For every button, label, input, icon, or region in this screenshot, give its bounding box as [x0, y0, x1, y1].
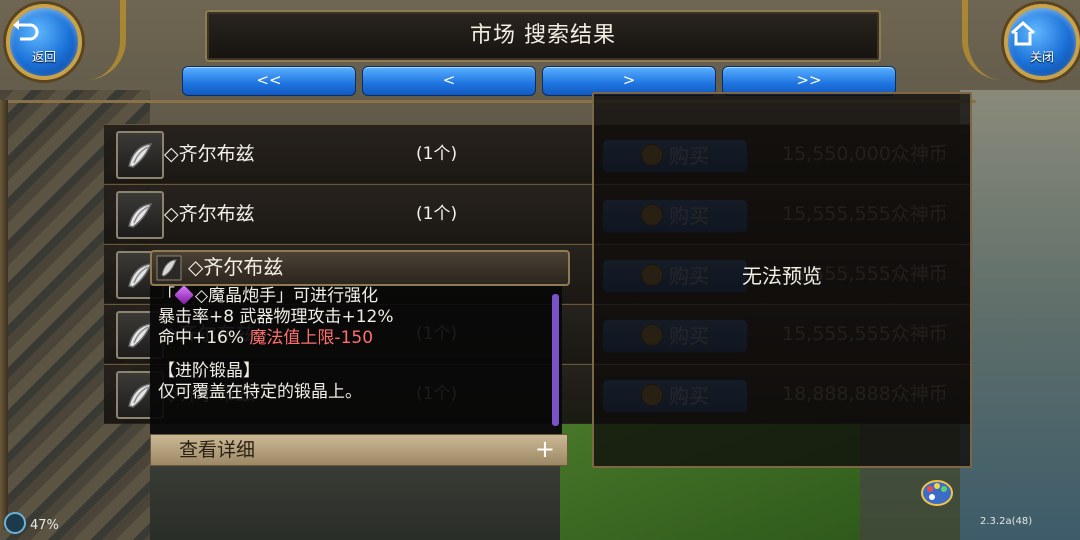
gem-icon — [174, 286, 194, 305]
item-tooltip: ◇齐尔布兹 「 ◇魔晶炮手」可进行强化 暴击率+8 武器物理攻击+12% 命中+1… — [150, 250, 570, 466]
item-slot[interactable] — [116, 131, 164, 179]
item-name: ◇齐尔布兹 — [164, 143, 255, 165]
home-icon — [1010, 20, 1036, 46]
crystal-item-icon — [128, 203, 153, 228]
tooltip-line-1-post: ◇魔晶炮手」可进行强化 — [195, 286, 379, 306]
preview-message: 无法预览 — [742, 264, 822, 288]
view-details-label: 查看详细 — [179, 439, 256, 461]
first-page-button[interactable]: << — [182, 66, 356, 96]
tooltip-line-1-pre: 「 — [158, 286, 175, 306]
preview-panel: 无法预览 — [592, 92, 972, 468]
close-button[interactable]: 关闭 — [1004, 4, 1080, 80]
tooltip-header: ◇齐尔布兹 — [150, 250, 570, 286]
back-arrow-icon — [13, 20, 39, 41]
tooltip-scrollbar[interactable] — [552, 294, 559, 426]
background-arch — [960, 90, 1080, 540]
crystal-item-icon — [156, 255, 182, 281]
battery-percent: 47% — [30, 518, 59, 533]
tooltip-spacer — [150, 349, 562, 361]
close-label: 关闭 — [1029, 50, 1054, 64]
tooltip-title: ◇齐尔布兹 — [188, 255, 284, 279]
tooltip-line-3: 命中+16% 魔法值上限-150 — [150, 328, 562, 349]
back-button[interactable]: 返回 — [6, 4, 82, 80]
tooltip-line-4: 【进阶锻晶】 — [158, 361, 260, 381]
tooltip-line-5: 仅可覆盖在特定的锻晶上。 — [158, 382, 362, 402]
battery-status: 47% — [4, 512, 59, 534]
battery-icon — [4, 512, 26, 534]
view-details-button[interactable]: 查看详细 + — [150, 434, 568, 466]
crystal-item-icon — [128, 143, 153, 168]
tooltip-line-2: 暴击率+8 武器物理攻击+12% — [158, 307, 394, 327]
item-name: ◇齐尔布兹 — [164, 203, 255, 225]
palette-icon[interactable] — [920, 478, 954, 508]
tooltip-body: 「 ◇魔晶炮手」可进行强化 暴击率+8 武器物理攻击+12% 命中+16% 魔法值… — [150, 286, 562, 434]
item-quantity: (1个) — [416, 204, 458, 224]
tooltip-line-3-red: 魔法值上限-150 — [249, 328, 374, 348]
item-quantity: (1个) — [416, 144, 458, 164]
version-label: 2.3.2a(48) — [980, 516, 1033, 527]
prev-page-button[interactable]: < — [362, 66, 536, 96]
tooltip-line-1: 「 ◇魔晶炮手」可进行强化 — [150, 286, 562, 307]
panel-border — [0, 100, 8, 530]
title-bar: 市场 搜索结果 — [205, 10, 881, 62]
plus-icon: + — [534, 435, 555, 463]
item-slot[interactable] — [116, 191, 164, 239]
back-label: 返回 — [31, 50, 56, 64]
page-title: 市场 搜索结果 — [470, 23, 616, 48]
tooltip-line-3-normal: 命中+16% — [158, 328, 250, 348]
